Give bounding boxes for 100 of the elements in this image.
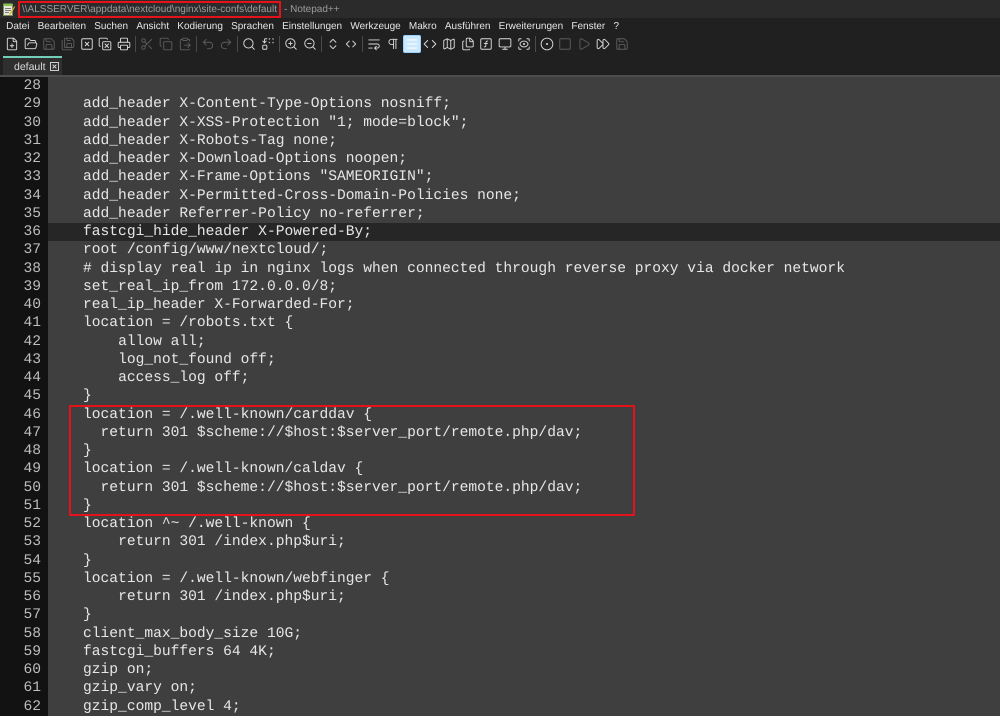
- play-icon: [577, 37, 592, 51]
- line-number: 62: [23, 698, 41, 716]
- code-icon: [423, 37, 438, 51]
- line-number: 47: [23, 424, 41, 442]
- indent-guide-button[interactable]: [402, 35, 421, 53]
- code-line: root /config/www/nextcloud/;: [83, 241, 328, 260]
- line-number: 44: [23, 369, 41, 388]
- clipboard-icon: [178, 37, 192, 51]
- code-line: return 301 $scheme://$host:$server_port/remote.php/dav;: [100, 478, 582, 497]
- undo-icon: [200, 37, 214, 51]
- code-line: add_header X-Robots-Tag none;: [83, 132, 338, 150]
- menu-item[interactable]: Werkzeuge: [346, 18, 405, 34]
- code-line: }: [83, 496, 92, 515]
- code-line: log_not_found off;: [118, 350, 276, 369]
- code-line: client_max_body_size 10G;: [83, 624, 302, 643]
- line-number: 33: [23, 168, 41, 186]
- code-line: location = /.well-known/webfinger {: [83, 570, 390, 588]
- code-line: access_log off;: [118, 369, 250, 388]
- print-button[interactable]: [115, 35, 134, 53]
- record-icon: [540, 37, 554, 51]
- app-name: - Notepad++: [284, 4, 340, 14]
- stacked-x-icon: [98, 37, 112, 51]
- menu-item[interactable]: Ansicht: [132, 18, 174, 34]
- line-number: 34: [23, 186, 41, 205]
- menu-item[interactable]: Datei: [2, 18, 34, 34]
- line-number: 56: [23, 588, 41, 606]
- code-line: fastcgi_buffers 64 4K;: [83, 642, 276, 661]
- pilcrow-icon: [386, 37, 400, 51]
- menu-item[interactable]: Kodierung: [173, 18, 227, 34]
- code-editor[interactable]: [0, 75, 1000, 716]
- line-number: 52: [23, 515, 41, 534]
- code-line: gzip_vary on;: [83, 679, 197, 698]
- line-number: 40: [23, 296, 41, 314]
- map-icon: [442, 37, 456, 51]
- line-number: 31: [23, 132, 41, 150]
- floppy-disks-icon: [61, 37, 76, 51]
- lines-icon: [404, 37, 419, 51]
- close-icon[interactable]: [50, 62, 59, 71]
- code-line: allow all;: [118, 332, 206, 351]
- line-number: 60: [23, 661, 41, 680]
- code-line: return 301 $scheme://$host:$server_port/remote.php/dav;: [100, 424, 582, 442]
- menu-item[interactable]: Fenster: [567, 18, 610, 34]
- code-line: location = /.well-known/carddav {: [83, 406, 372, 424]
- zoom-in-icon: [284, 37, 298, 51]
- line-number: 54: [23, 552, 41, 570]
- files-icon: [460, 37, 475, 51]
- line-number: 35: [23, 204, 41, 223]
- close-all-button[interactable]: [96, 35, 114, 53]
- replace-icon: [260, 37, 275, 51]
- redo-icon: [219, 37, 234, 51]
- code-line: gzip on;: [83, 661, 154, 680]
- menu-item[interactable]: Einstellungen: [278, 18, 346, 34]
- line-number: 38: [23, 260, 41, 278]
- code-line: add_header X-XSS-Protection "1; mode=block";: [83, 114, 468, 132]
- code-line: return 301 /index.php$uri;: [118, 533, 346, 552]
- menu-item[interactable]: Suchen: [90, 18, 132, 34]
- menu-item[interactable]: Bearbeiten: [34, 18, 90, 34]
- square-icon: [558, 37, 572, 51]
- line-number: 29: [23, 95, 41, 114]
- code-line: }: [83, 552, 92, 570]
- menu-item[interactable]: Sprachen: [226, 18, 278, 34]
- line-number: 41: [23, 314, 41, 332]
- code-line: # display real ip in nginx logs when connected through reverse proxy via docker network: [83, 260, 845, 278]
- line-number: 57: [23, 606, 41, 624]
- menu-item[interactable]: Ausführen: [440, 18, 495, 34]
- line-number: 51: [23, 496, 41, 515]
- search-icon: [242, 37, 256, 51]
- code-line: location ^~ /.well-known {: [83, 515, 311, 534]
- code-line: add_header X-Frame-Options "SAMEORIGIN";: [83, 168, 434, 186]
- line-number: 28: [23, 77, 41, 96]
- menu-item[interactable]: ?: [609, 18, 624, 34]
- code-line: }: [83, 606, 92, 624]
- line-number: 58: [23, 624, 41, 643]
- record-macro-button[interactable]: [538, 35, 556, 53]
- line-number: 48: [23, 442, 41, 460]
- zoom-out-icon: [302, 37, 317, 51]
- code-line: }: [83, 442, 92, 460]
- code-line: gzip_comp_level 4;: [83, 698, 241, 716]
- menu-item[interactable]: Makro: [404, 18, 441, 34]
- menu-item[interactable]: Erweiterungen: [494, 18, 568, 34]
- scissors-icon: [140, 37, 154, 51]
- code-line: return 301 /index.php$uri;: [118, 588, 346, 606]
- monitor-icon: [498, 37, 512, 51]
- line-number: 53: [23, 533, 41, 552]
- file-plus-icon: [5, 37, 19, 51]
- line-number: 36: [23, 223, 41, 242]
- file-tab[interactable]: default: [3, 56, 62, 75]
- line-number: 37: [23, 241, 41, 260]
- line-number: 46: [23, 406, 41, 424]
- fast-forward-icon: [596, 37, 610, 51]
- code-line: add_header X-Permitted-Cross-Domain-Policies none;: [83, 186, 521, 205]
- square-x-icon: [80, 37, 94, 51]
- pages-icon: [158, 37, 173, 51]
- line-number: 32: [23, 150, 41, 168]
- code-line: add_header Referrer-Policy no-referrer;: [83, 204, 425, 223]
- tab-label: default: [14, 60, 46, 72]
- line-number: 50: [23, 478, 41, 497]
- code-line: location = /robots.txt {: [83, 314, 294, 332]
- code-line: add_header X-Download-Options noopen;: [83, 150, 408, 168]
- line-number: 55: [23, 570, 41, 588]
